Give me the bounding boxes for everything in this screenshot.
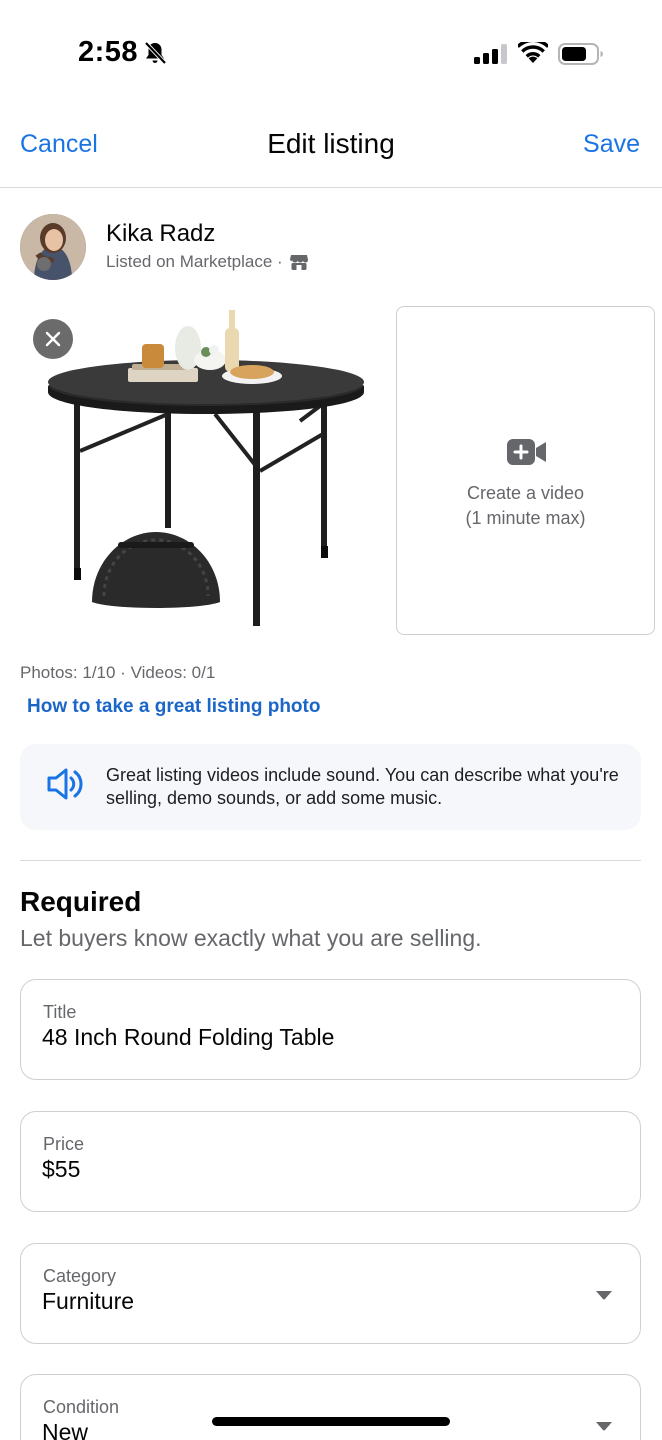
cancel-button[interactable]: Cancel bbox=[20, 130, 98, 159]
title-field-value[interactable]: 48 Inch Round Folding Table bbox=[42, 1024, 334, 1051]
wifi-icon bbox=[518, 42, 548, 63]
listing-photo[interactable] bbox=[20, 306, 382, 636]
video-sound-tip-text: Great listing videos include sound. You … bbox=[106, 765, 619, 808]
media-count: Photos: 1/10 · Videos: 0/1 bbox=[20, 663, 216, 682]
profile-subtitle: Listed on Marketplace · bbox=[106, 252, 309, 272]
save-button[interactable]: Save bbox=[583, 130, 640, 159]
marketplace-shop-icon bbox=[289, 255, 308, 270]
home-indicator[interactable] bbox=[212, 1417, 450, 1426]
battery-icon bbox=[558, 43, 603, 65]
status-bar: 2:58 bbox=[0, 0, 662, 100]
create-video-title: Create a video bbox=[466, 483, 585, 503]
category-select[interactable]: Category Furniture bbox=[20, 1243, 641, 1344]
add-video-icon bbox=[507, 439, 546, 465]
avatar-photo bbox=[20, 214, 86, 280]
price-field[interactable]: Price $55 bbox=[20, 1111, 641, 1212]
video-sound-tip: Great listing videos include sound. You … bbox=[20, 744, 641, 830]
nav-header: Edit listing Cancel Save bbox=[0, 118, 662, 188]
speaker-icon bbox=[47, 768, 83, 800]
close-icon bbox=[45, 331, 61, 347]
photo-tips-link[interactable]: How to take a great listing photo bbox=[27, 696, 320, 718]
title-field[interactable]: Title 48 Inch Round Folding Table bbox=[20, 979, 641, 1080]
page-title: Edit listing bbox=[267, 128, 395, 159]
required-section-title: Required bbox=[20, 886, 142, 917]
condition-select-value: New bbox=[42, 1419, 89, 1440]
category-select-value: Furniture bbox=[42, 1288, 135, 1314]
table-photo-image bbox=[48, 310, 364, 626]
create-video-limit: (1 minute max) bbox=[465, 508, 586, 528]
status-time: 2:58 bbox=[78, 36, 139, 68]
cellular-signal-icon bbox=[474, 44, 507, 64]
title-field-label: Title bbox=[43, 1002, 77, 1022]
caret-down-icon bbox=[596, 1291, 612, 1300]
profile-name: Kika Radz bbox=[106, 220, 216, 247]
caret-down-icon bbox=[596, 1422, 612, 1431]
remove-photo-button[interactable] bbox=[33, 319, 73, 359]
listing-location-text: Listed on Marketplace · bbox=[106, 252, 283, 271]
create-video-button[interactable]: Create a video (1 minute max) bbox=[396, 306, 655, 635]
condition-select[interactable]: Condition New bbox=[20, 1374, 641, 1440]
category-select-label: Category bbox=[43, 1266, 117, 1286]
bell-off-icon bbox=[144, 41, 167, 65]
section-divider bbox=[20, 860, 641, 861]
required-section-subtitle: Let buyers know exactly what you are sel… bbox=[20, 925, 482, 951]
create-video-label: Create a video (1 minute max) bbox=[397, 481, 654, 531]
condition-select-label: Condition bbox=[43, 1397, 120, 1417]
price-field-value[interactable]: $55 bbox=[42, 1156, 80, 1183]
avatar bbox=[20, 214, 86, 280]
price-field-label: Price bbox=[43, 1134, 85, 1154]
